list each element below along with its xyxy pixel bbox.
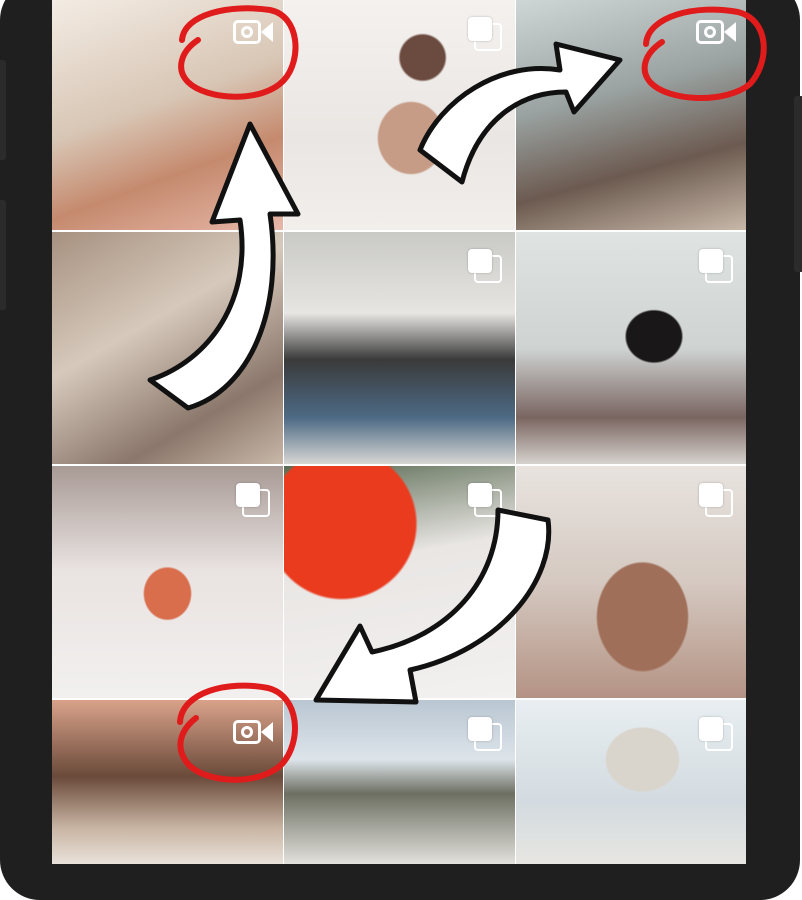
post-tile-3[interactable] <box>516 0 746 230</box>
multiple-photos-badge <box>233 480 270 517</box>
multiple-photos-badge <box>696 246 733 283</box>
video-camera-icon <box>233 18 273 46</box>
video-camera-icon <box>233 718 273 746</box>
multiple-photos-icon <box>699 249 733 283</box>
post-tile-8[interactable] <box>284 466 515 698</box>
post-tile-1[interactable] <box>52 0 283 230</box>
post-tile-7[interactable] <box>52 466 283 698</box>
phone-screen <box>52 0 746 864</box>
video-badge <box>233 714 273 750</box>
phone-side-button-left-lower <box>0 200 6 310</box>
multiple-photos-badge <box>696 714 733 751</box>
phone-side-button-left-upper <box>0 60 6 160</box>
multiple-photos-icon <box>699 483 733 517</box>
post-tile-4[interactable] <box>52 232 283 464</box>
multiple-photos-icon <box>699 717 733 751</box>
multiple-photos-icon <box>468 483 502 517</box>
multiple-photos-badge <box>465 246 502 283</box>
multiple-photos-badge <box>465 480 502 517</box>
multiple-photos-icon <box>468 17 502 51</box>
video-badge <box>233 14 273 50</box>
post-tile-12[interactable] <box>516 700 746 864</box>
multiple-photos-badge <box>696 480 733 517</box>
post-tile-2[interactable] <box>284 0 515 230</box>
multiple-photos-icon <box>468 717 502 751</box>
post-tile-6[interactable] <box>516 232 746 464</box>
multiple-photos-icon <box>236 483 270 517</box>
post-tile-11[interactable] <box>284 700 515 864</box>
multiple-photos-badge <box>465 714 502 751</box>
video-camera-icon <box>696 18 736 46</box>
post-tile-5[interactable] <box>284 232 515 464</box>
post-tile-9[interactable] <box>516 466 746 698</box>
multiple-photos-badge <box>465 14 502 51</box>
phone-side-button-right <box>794 96 802 272</box>
video-badge <box>696 14 736 50</box>
post-tile-10[interactable] <box>52 700 283 864</box>
profile-post-grid <box>52 0 746 864</box>
multiple-photos-icon <box>468 249 502 283</box>
